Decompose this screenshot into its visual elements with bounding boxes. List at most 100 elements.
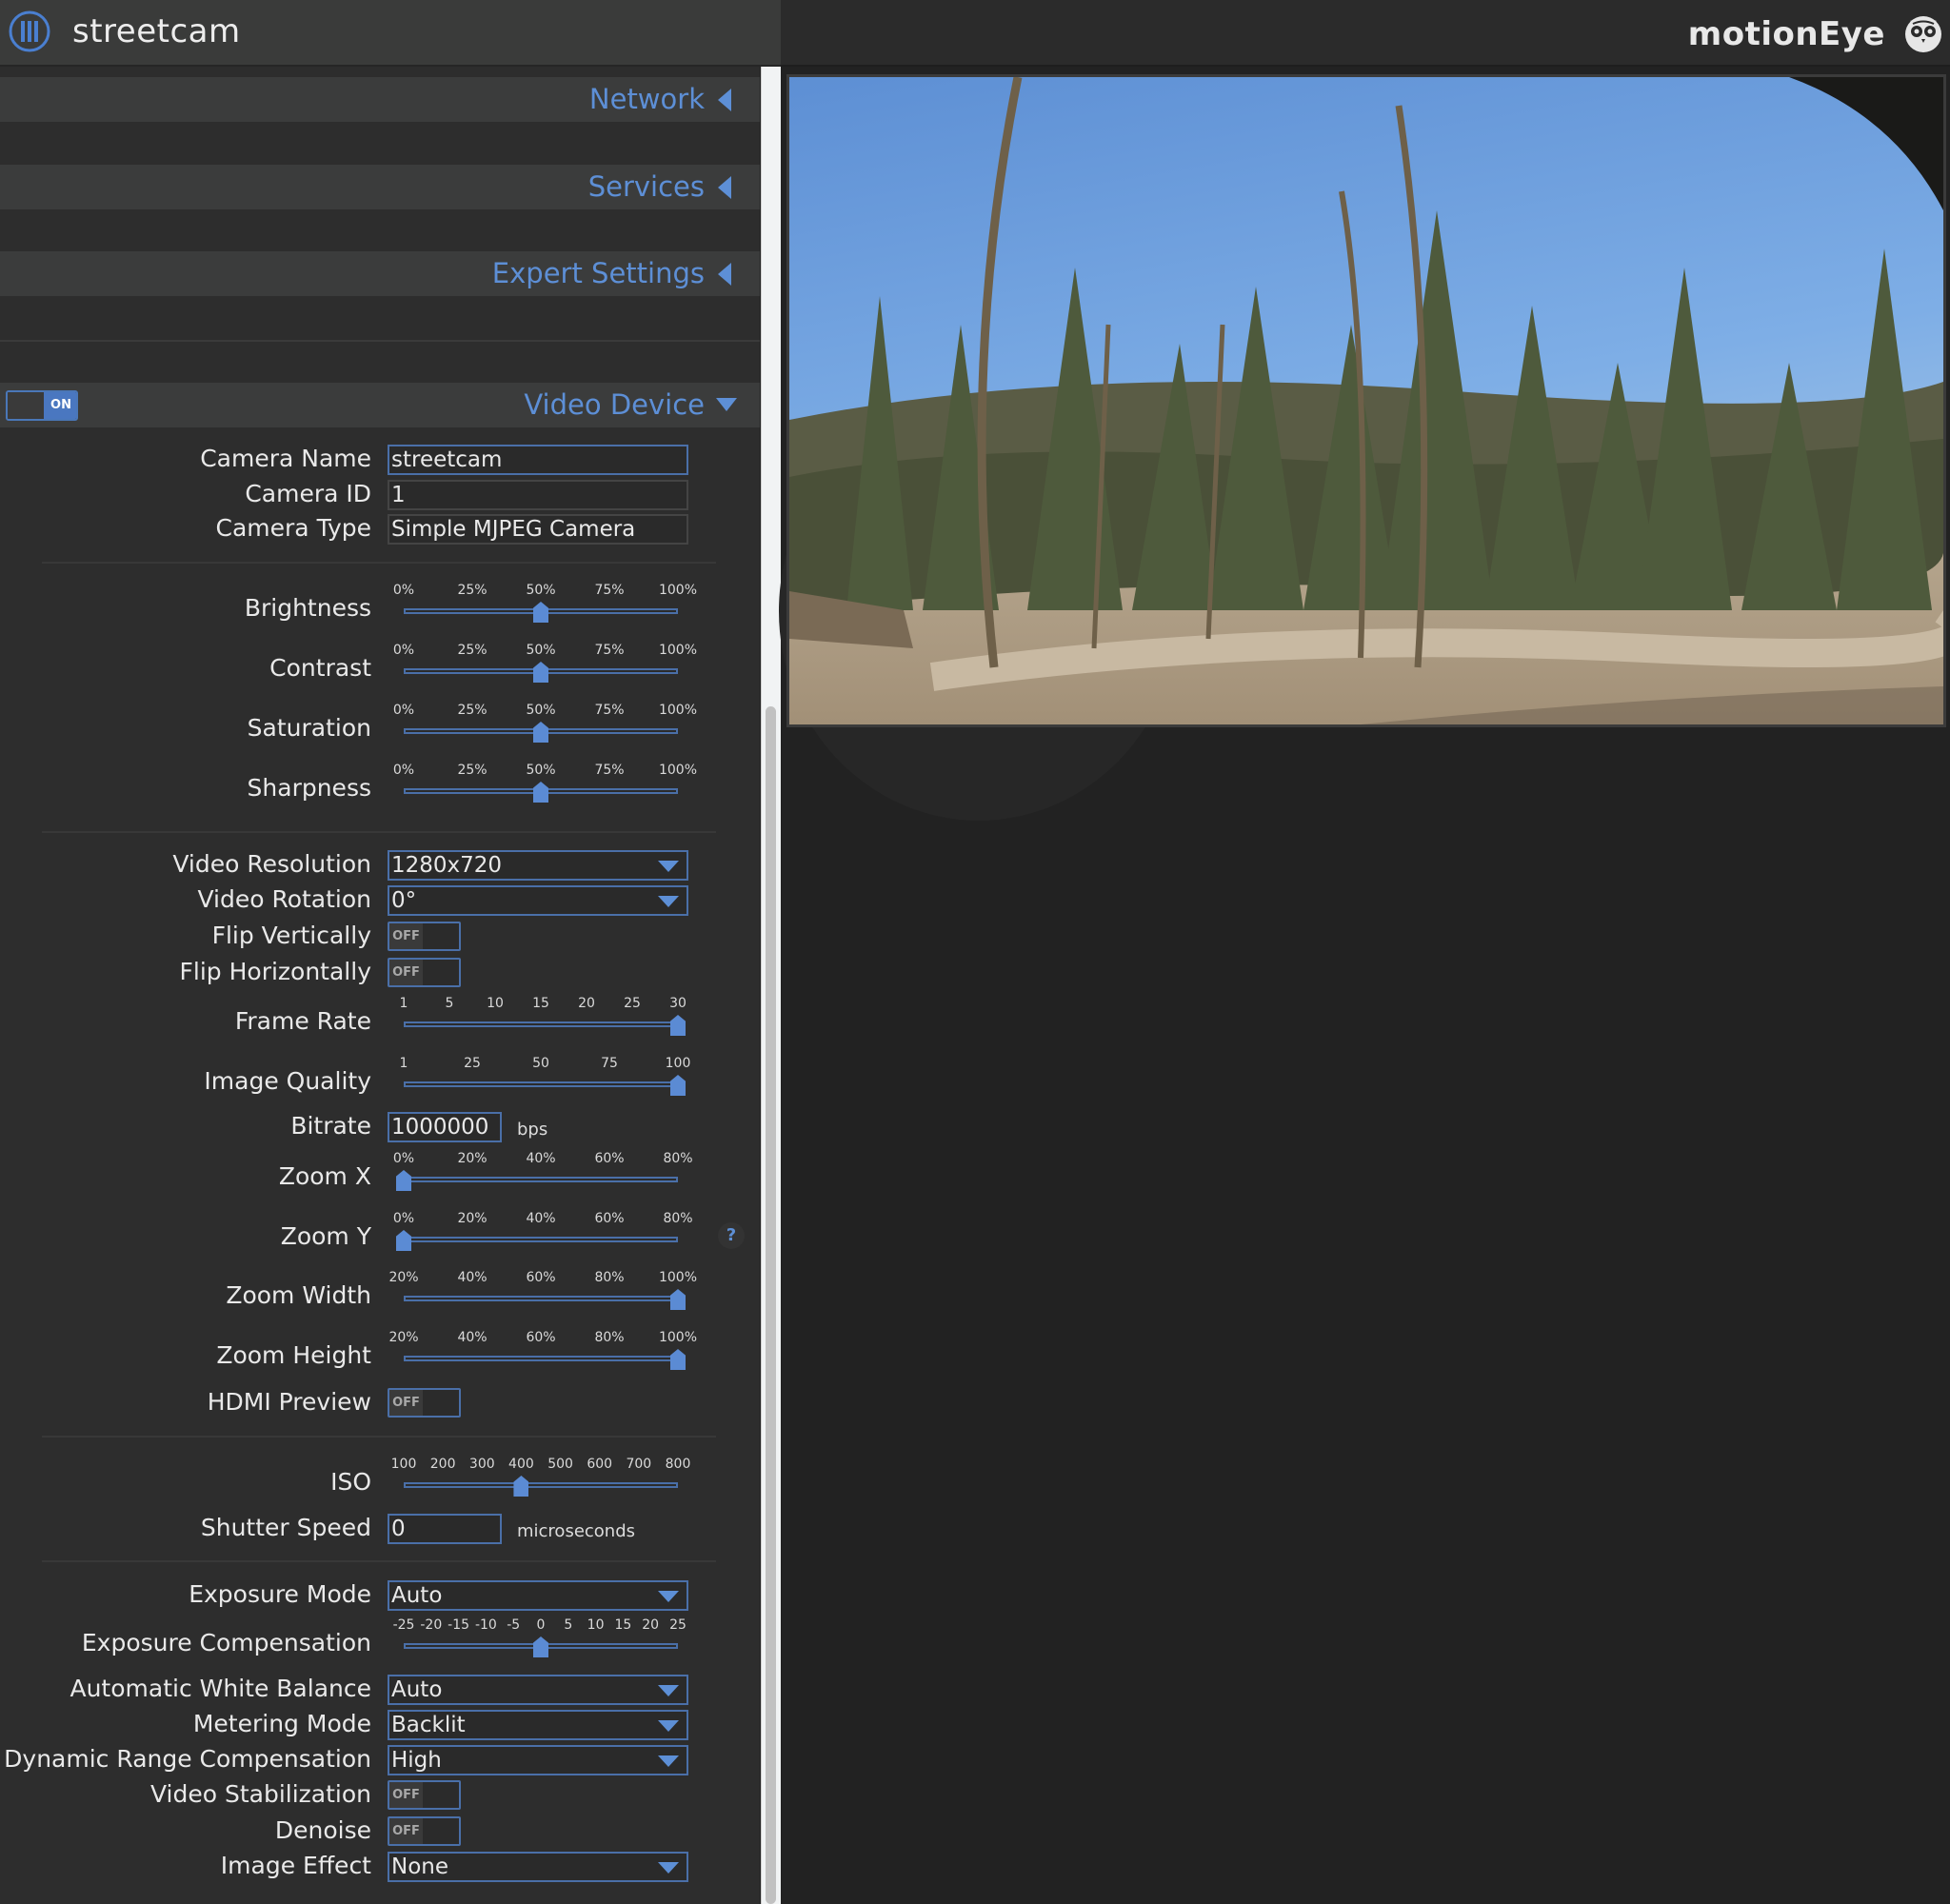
video-rotation-select[interactable]: 0° xyxy=(388,885,688,916)
exposure-compensation-slider[interactable]: -25 -20 -15 -10 -5 0 5 10 15 20 25 xyxy=(390,1617,691,1661)
camera-name-input[interactable]: streetcam xyxy=(388,445,688,475)
slider-tick-label: 80% xyxy=(594,1270,625,1285)
slider-tick-label: 100% xyxy=(658,643,698,658)
expanded-arrow-icon xyxy=(716,398,737,411)
shutter-speed-input[interactable]: 0 xyxy=(388,1514,502,1544)
divider xyxy=(42,562,716,564)
camera-title: streetcam xyxy=(72,12,241,50)
video-stabilization-toggle[interactable]: OFF xyxy=(388,1780,461,1810)
slider-handle[interactable] xyxy=(513,1476,529,1497)
slider-tick-label: 30 xyxy=(669,996,686,1011)
slider-tick-label: 100% xyxy=(658,1330,698,1345)
slider-handle[interactable] xyxy=(396,1230,411,1251)
drc-select[interactable]: High xyxy=(388,1745,688,1775)
flip-vertically-toggle[interactable]: OFF xyxy=(388,922,461,951)
video-stabilization-label: Video Stabilization xyxy=(149,1780,371,1808)
denoise-toggle[interactable]: OFF xyxy=(388,1816,461,1846)
help-icon[interactable]: ? xyxy=(718,1222,745,1249)
exposure-mode-select[interactable]: Auto xyxy=(388,1580,688,1611)
slider-track[interactable] xyxy=(404,1482,678,1488)
slider-tick-label: 40% xyxy=(526,1151,556,1166)
video-rotation-label: Video Rotation xyxy=(197,885,371,913)
saturation-slider[interactable]: 0% 25% 50% 75% 100% xyxy=(390,703,697,746)
slider-handle[interactable] xyxy=(670,1075,686,1096)
section-expert-settings[interactable]: Expert Settings xyxy=(0,251,760,296)
slider-tick-label: 25% xyxy=(457,643,488,658)
hdmi-preview-toggle[interactable]: OFF xyxy=(388,1388,461,1418)
contrast-slider[interactable]: 0% 25% 50% 75% 100% xyxy=(390,643,697,686)
zoom-y-slider[interactable]: 0% 20% 40% 60% 80% xyxy=(390,1211,693,1255)
slider-tick-label: 15 xyxy=(532,996,549,1011)
zoom-height-slider[interactable]: 20% 40% 60% 80% 100% xyxy=(388,1330,697,1374)
frame-rate-slider[interactable]: 1 5 10 15 20 25 30 xyxy=(390,996,691,1040)
sharpness-slider[interactable]: 0% 25% 50% 75% 100% xyxy=(390,763,697,806)
image-quality-slider[interactable]: 1 25 50 75 100 xyxy=(390,1056,691,1100)
shutter-speed-label: Shutter Speed xyxy=(200,1514,371,1541)
slider-track[interactable] xyxy=(404,1237,678,1242)
bitrate-input[interactable]: 1000000 xyxy=(388,1112,502,1142)
section-services[interactable]: Services xyxy=(0,165,760,209)
exposure-compensation-label: Exposure Compensation xyxy=(81,1629,371,1656)
slider-handle[interactable] xyxy=(533,1636,548,1657)
slider-handle[interactable] xyxy=(533,722,548,743)
video-device-toggle[interactable]: ON xyxy=(6,390,78,421)
camera-image xyxy=(789,77,1943,724)
zoom-width-slider[interactable]: 20% 40% 60% 80% 100% xyxy=(388,1270,697,1314)
slider-tick-label: 400 xyxy=(508,1457,534,1472)
slider-track[interactable] xyxy=(404,1296,678,1301)
awb-select[interactable]: Auto xyxy=(388,1675,688,1705)
slider-handle[interactable] xyxy=(670,1349,686,1370)
section-title: Video Device xyxy=(524,388,705,421)
video-resolution-select[interactable]: 1280x720 xyxy=(388,850,688,881)
brightness-slider[interactable]: 0% 25% 50% 75% 100% xyxy=(390,583,697,626)
camera-frame[interactable] xyxy=(786,74,1946,727)
contrast-label: Contrast xyxy=(269,654,371,682)
slider-track[interactable] xyxy=(404,1356,678,1361)
toggle-state: OFF xyxy=(389,1782,423,1808)
slider-handle[interactable] xyxy=(670,1015,686,1036)
camera-header: streetcam xyxy=(0,0,781,67)
slider-handle[interactable] xyxy=(533,662,548,683)
selected-value: Auto xyxy=(391,1583,443,1608)
slider-tick-label: 20 xyxy=(642,1617,660,1633)
dropdown-arrow-icon xyxy=(658,861,679,872)
zoom-y-label: Zoom Y xyxy=(280,1222,371,1250)
scrollbar-thumb[interactable] xyxy=(766,706,776,1904)
metering-mode-select[interactable]: Backlit xyxy=(388,1710,688,1740)
slider-tick-label: 25 xyxy=(669,1617,686,1633)
slider-tick-label: 50% xyxy=(526,643,556,658)
slider-tick-label: 20% xyxy=(388,1330,419,1345)
slider-track[interactable] xyxy=(404,1021,678,1027)
slider-tick-label: 20 xyxy=(578,996,595,1011)
section-title: Expert Settings xyxy=(491,257,705,289)
slider-handle[interactable] xyxy=(396,1170,411,1191)
bitrate-unit: bps xyxy=(517,1120,548,1140)
section-network[interactable]: Network xyxy=(0,77,760,122)
toggle-state: ON xyxy=(44,392,76,419)
zoom-width-label: Zoom Width xyxy=(226,1281,371,1309)
slider-tick-label: 40% xyxy=(457,1270,488,1285)
slider-track[interactable] xyxy=(404,1177,678,1182)
slider-tick-label: 75% xyxy=(594,763,625,778)
slider-tick-label: 40% xyxy=(526,1211,556,1226)
slider-track[interactable] xyxy=(404,1081,678,1087)
slider-tick-label: 0% xyxy=(392,703,415,718)
slider-tick-label: 0 xyxy=(536,1617,546,1633)
frame-rate-label: Frame Rate xyxy=(234,1007,371,1035)
slider-handle[interactable] xyxy=(533,602,548,623)
slider-handle[interactable] xyxy=(533,782,548,803)
section-video-device[interactable]: Video Device xyxy=(0,383,760,427)
image-effect-select[interactable]: None xyxy=(388,1852,688,1882)
flip-horizontally-toggle[interactable]: OFF xyxy=(388,958,461,987)
zoom-x-slider[interactable]: 0% 20% 40% 60% 80% xyxy=(390,1151,693,1195)
slider-tick-label: 75% xyxy=(594,583,625,598)
slider-tick-label: 25 xyxy=(464,1056,481,1071)
slider-tick-label: 25% xyxy=(457,763,488,778)
app-header: motionEye xyxy=(781,0,1950,67)
divider xyxy=(42,1560,716,1562)
slider-tick-label: 0% xyxy=(392,583,415,598)
camera-menu-icon[interactable] xyxy=(8,10,51,53)
iso-slider[interactable]: 100 200 300 400 500 600 700 800 xyxy=(390,1457,691,1500)
image-quality-label: Image Quality xyxy=(204,1067,371,1095)
slider-handle[interactable] xyxy=(670,1289,686,1310)
